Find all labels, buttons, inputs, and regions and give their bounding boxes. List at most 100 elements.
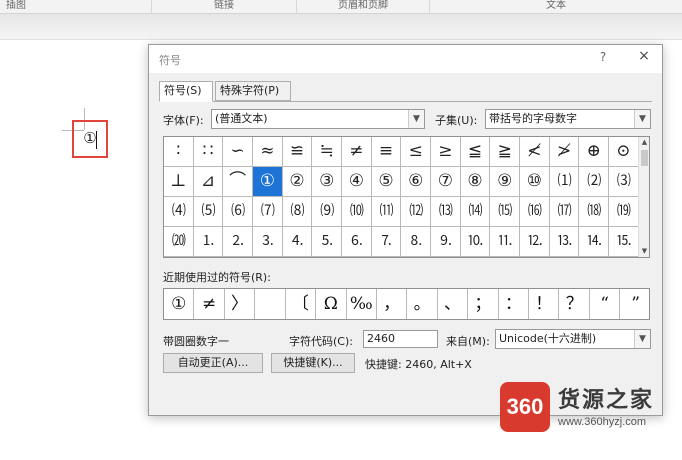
recent-symbol-cell[interactable]: 。 xyxy=(407,289,438,319)
symbol-cell[interactable]: ≒ xyxy=(312,137,343,167)
recent-symbol-cell[interactable]: ” xyxy=(620,289,650,319)
symbol-cell[interactable]: ⒇ xyxy=(164,227,194,257)
recent-symbol-cell[interactable]: 〔 xyxy=(286,289,317,319)
symbol-cell[interactable]: ⊥ xyxy=(164,167,194,197)
symbol-cell[interactable]: ① xyxy=(253,167,283,197)
chevron-down-icon[interactable]: ▼ xyxy=(634,110,650,128)
symbol-cell[interactable]: ⒅ xyxy=(579,197,610,227)
ribbon-group-illustrations[interactable]: 插图 xyxy=(0,0,152,14)
symbol-cell[interactable]: ≡ xyxy=(371,137,402,167)
symbol-cell[interactable]: ∶ xyxy=(164,137,194,167)
symbol-cell[interactable]: ⑷ xyxy=(164,197,194,227)
symbol-cell[interactable]: ② xyxy=(282,167,313,197)
symbol-cell[interactable]: ⑿ xyxy=(401,197,432,227)
symbol-cell[interactable]: ≈ xyxy=(253,137,283,167)
symbol-cell[interactable]: ⒃ xyxy=(520,197,550,227)
grid-scrollbar[interactable]: ▲ ▼ xyxy=(638,137,649,257)
symbol-cell[interactable]: ⒐ xyxy=(431,227,461,257)
symbol-cell[interactable]: ⒑ xyxy=(460,227,491,257)
symbol-cell[interactable]: ≦ xyxy=(460,137,491,167)
symbol-cell[interactable]: ⊿ xyxy=(193,167,224,197)
symbol-cell[interactable]: ⒂ xyxy=(490,197,521,227)
scroll-thumb[interactable] xyxy=(641,150,648,166)
recent-symbol-cell[interactable]: ‰ xyxy=(347,289,377,319)
symbol-cell[interactable]: ⒄ xyxy=(549,197,580,227)
symbol-cell[interactable]: ⑥ xyxy=(401,167,432,197)
chevron-down-icon[interactable]: ▼ xyxy=(634,330,650,348)
dialog-titlebar[interactable]: 符号 ? × xyxy=(149,45,662,73)
recent-symbol-cell[interactable] xyxy=(255,289,286,319)
ribbon-group-header-footer[interactable]: 页眉和页脚 xyxy=(297,0,430,14)
symbol-cell[interactable]: ⒓ xyxy=(520,227,550,257)
symbol-cell[interactable]: ⊙ xyxy=(609,137,639,167)
tab-special-characters[interactable]: 特殊字符(P) xyxy=(215,81,291,101)
symbol-cell[interactable]: ⒖ xyxy=(609,227,639,257)
recent-symbol-cell[interactable]: ① xyxy=(164,289,195,319)
recent-symbol-cell[interactable]: ！ xyxy=(529,289,560,319)
symbol-cell[interactable]: ≧ xyxy=(490,137,521,167)
recent-symbol-cell[interactable]: 〉 xyxy=(225,289,256,319)
recent-symbol-cell[interactable]: ≠ xyxy=(194,289,225,319)
char-code-input[interactable]: 2460 xyxy=(363,330,438,348)
symbol-cell[interactable]: ③ xyxy=(312,167,343,197)
symbol-cell[interactable]: ⒀ xyxy=(431,197,461,227)
from-select[interactable]: Unicode(十六进制) ▼ xyxy=(495,329,651,349)
symbol-cell[interactable]: ⌒ xyxy=(223,167,254,197)
symbol-cell[interactable]: ⒁ xyxy=(460,197,491,227)
symbol-cell[interactable]: ⑼ xyxy=(312,197,343,227)
symbol-cell[interactable]: ⒆ xyxy=(609,197,639,227)
symbol-cell[interactable]: ⑽ xyxy=(342,197,372,227)
help-button[interactable]: ? xyxy=(595,50,611,66)
symbol-cell[interactable]: ⒌ xyxy=(312,227,343,257)
recent-symbol-cell[interactable]: ； xyxy=(468,289,499,319)
recent-symbol-cell[interactable]: ？ xyxy=(559,289,590,319)
ribbon-group-text[interactable]: 文本 xyxy=(430,0,682,14)
symbol-cell[interactable]: ⑾ xyxy=(371,197,402,227)
ribbon-group-links[interactable]: 链接 xyxy=(152,0,297,14)
font-select[interactable]: (普通文本) ▼ xyxy=(211,109,425,129)
inserted-symbol-highlight[interactable]: ① xyxy=(72,120,108,158)
symbol-cell[interactable]: ⒈ xyxy=(193,227,224,257)
symbol-cell[interactable]: ≥ xyxy=(431,137,461,167)
symbol-cell[interactable]: ≠ xyxy=(342,137,372,167)
symbol-cell[interactable]: ⑩ xyxy=(520,167,550,197)
chevron-down-icon[interactable]: ▼ xyxy=(408,110,424,128)
symbol-cell[interactable]: ⒕ xyxy=(579,227,610,257)
symbol-cell[interactable]: ⑦ xyxy=(431,167,461,197)
close-button[interactable]: × xyxy=(635,48,653,66)
shortcut-key-button[interactable]: 快捷键(K)... xyxy=(271,353,355,373)
recent-symbol-cell[interactable]: “ xyxy=(590,289,621,319)
symbol-cell[interactable]: ⑵ xyxy=(579,167,610,197)
symbol-cell[interactable]: ⒔ xyxy=(549,227,580,257)
recent-symbol-cell[interactable]: Ω xyxy=(316,289,347,319)
symbol-cell[interactable]: ⑸ xyxy=(193,197,224,227)
scroll-up-icon[interactable]: ▲ xyxy=(639,137,650,148)
autocorrect-button[interactable]: 自动更正(A)... xyxy=(163,353,263,373)
symbol-cell[interactable]: ≤ xyxy=(401,137,432,167)
symbol-cell[interactable]: ⒍ xyxy=(342,227,372,257)
symbol-cell[interactable]: ⒊ xyxy=(253,227,283,257)
symbol-cell[interactable]: ⑻ xyxy=(282,197,313,227)
symbol-cell[interactable]: ⒒ xyxy=(490,227,521,257)
symbol-cell[interactable]: ∷ xyxy=(193,137,224,167)
symbol-cell[interactable]: ⑹ xyxy=(223,197,254,227)
symbol-cell[interactable]: ④ xyxy=(342,167,372,197)
symbol-cell[interactable]: ⑨ xyxy=(490,167,521,197)
recent-symbol-cell[interactable]: ， xyxy=(377,289,408,319)
scroll-down-icon[interactable]: ▼ xyxy=(639,246,650,257)
symbol-cell[interactable]: ≮ xyxy=(520,137,550,167)
symbol-cell[interactable]: ⒏ xyxy=(401,227,432,257)
symbol-cell[interactable]: ⒋ xyxy=(282,227,313,257)
subset-select[interactable]: 带括号的字母数字 ▼ xyxy=(485,109,651,129)
symbol-cell[interactable]: ∽ xyxy=(223,137,254,167)
symbol-cell[interactable]: ⑴ xyxy=(549,167,580,197)
symbol-cell[interactable]: ⑶ xyxy=(609,167,639,197)
recent-symbol-cell[interactable]: ： xyxy=(499,289,530,319)
symbol-cell[interactable]: ⑤ xyxy=(371,167,402,197)
symbol-cell[interactable]: ⒉ xyxy=(223,227,254,257)
tab-symbols[interactable]: 符号(S) xyxy=(159,81,213,102)
symbol-cell[interactable]: ⑧ xyxy=(460,167,491,197)
symbol-cell[interactable]: ⊕ xyxy=(579,137,610,167)
symbol-cell[interactable]: ⑺ xyxy=(253,197,283,227)
symbol-cell[interactable]: ⒎ xyxy=(371,227,402,257)
